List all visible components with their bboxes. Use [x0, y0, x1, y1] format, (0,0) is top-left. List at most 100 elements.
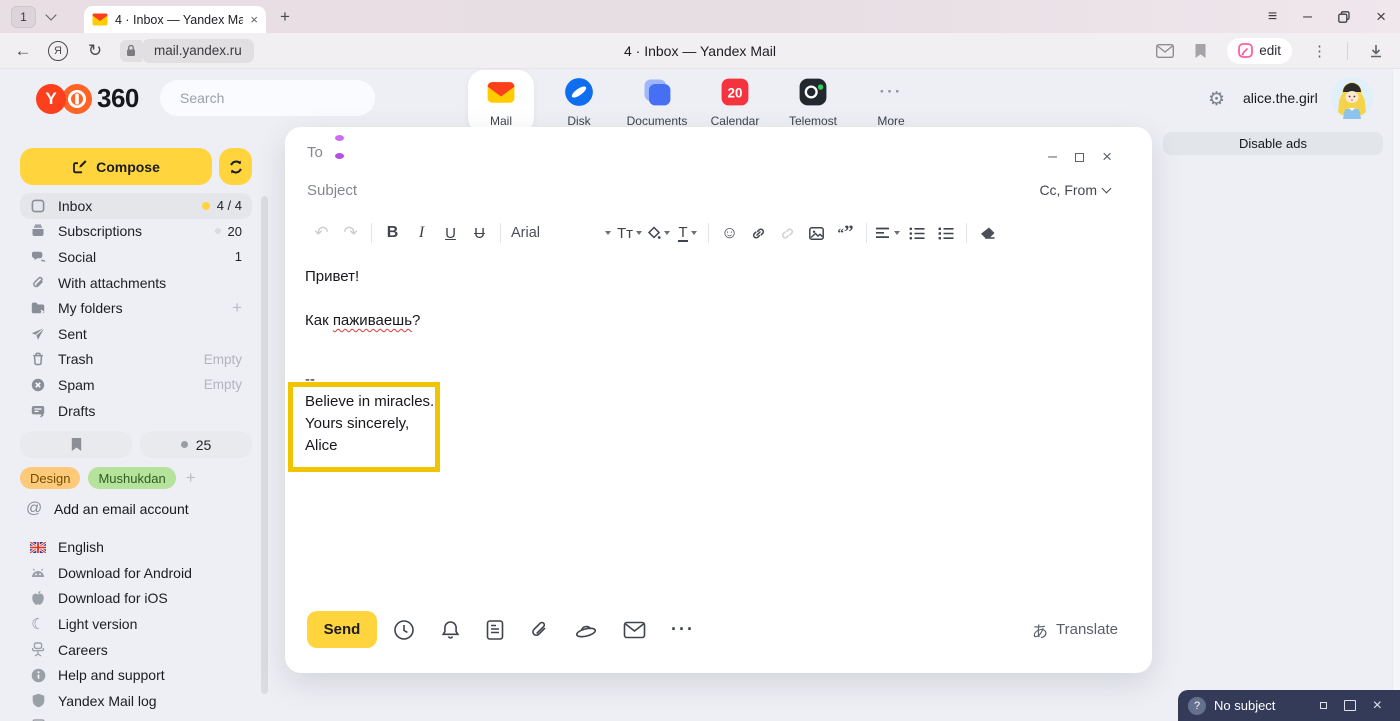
- compose-button[interactable]: Compose: [20, 148, 212, 185]
- highlight-color-select[interactable]: [644, 220, 673, 246]
- add-email-account[interactable]: @ Add an email account: [20, 497, 252, 521]
- window-restore-icon[interactable]: [1338, 11, 1350, 23]
- emoji-icon[interactable]: ☺: [715, 220, 744, 246]
- downloads-icon[interactable]: [1368, 43, 1384, 59]
- settings-gear-icon[interactable]: ⚙: [1208, 88, 1225, 111]
- cc-from-toggle[interactable]: Cc, From: [1039, 182, 1110, 198]
- sidebar-item-drafts[interactable]: Drafts: [20, 398, 252, 424]
- label-mushukdan[interactable]: Mushukdan: [88, 467, 175, 489]
- service-calendar[interactable]: 20 Calendar: [702, 70, 768, 134]
- link-mail-log[interactable]: Yandex Mail log: [20, 688, 252, 714]
- site-lock-badge[interactable]: [120, 40, 142, 62]
- yandex-browser-icon[interactable]: Я: [48, 41, 68, 61]
- service-disk[interactable]: Disk: [546, 70, 612, 134]
- sidebar-scrollbar[interactable]: [261, 196, 268, 694]
- address-bar[interactable]: mail.yandex.ru: [142, 39, 254, 63]
- search-bar[interactable]: [160, 80, 375, 116]
- sidebar-item-inbox[interactable]: Inbox 4 / 4: [20, 193, 252, 219]
- draft-expand-icon[interactable]: [1344, 700, 1356, 711]
- translate-button[interactable]: あ Translate: [1032, 611, 1118, 648]
- link-recommendation-algorithms[interactable]: Recommendation Algorithms: [20, 714, 252, 721]
- insert-link-icon[interactable]: [744, 220, 773, 246]
- bold-button[interactable]: B: [378, 220, 407, 246]
- compose-restore-icon[interactable]: [1075, 153, 1084, 162]
- tab-close-icon[interactable]: ×: [250, 12, 258, 27]
- back-icon[interactable]: ←: [10, 41, 36, 61]
- unread-filter-button[interactable]: 25: [140, 431, 252, 458]
- numbered-list-icon[interactable]: [931, 220, 960, 246]
- add-folder-icon[interactable]: +: [232, 298, 242, 318]
- attach-from-disk-icon[interactable]: [574, 620, 598, 640]
- account-name[interactable]: alice.the.girl: [1243, 90, 1318, 106]
- message-body[interactable]: Привет! Как паживаешь? -- Believe in mir…: [285, 251, 1152, 603]
- sidebar-item-sent[interactable]: Sent: [20, 321, 252, 347]
- mail-collector-icon[interactable]: [1156, 44, 1174, 58]
- sidebar-item-subscriptions[interactable]: Subscriptions 20: [20, 219, 252, 245]
- redo-icon[interactable]: ↷: [336, 220, 365, 246]
- compose-close-icon[interactable]: ×: [1102, 147, 1112, 167]
- blockquote-icon[interactable]: “”: [831, 220, 860, 246]
- insert-image-icon[interactable]: [802, 220, 831, 246]
- tab-list-button[interactable]: [36, 14, 66, 19]
- sidebar-item-social[interactable]: Social 1: [20, 244, 252, 270]
- minimized-draft-toast[interactable]: ? No subject ×: [1178, 690, 1400, 721]
- italic-button[interactable]: I: [407, 220, 436, 246]
- draft-close-icon[interactable]: ×: [1373, 697, 1382, 715]
- window-minimize-icon[interactable]: –: [1303, 8, 1312, 26]
- browser-tab[interactable]: 4 · Inbox — Yandex Mail ×: [84, 6, 266, 33]
- sidebar-item-my-folders[interactable]: My folders +: [20, 295, 252, 321]
- bookmark-icon[interactable]: [1194, 43, 1207, 59]
- reminder-bell-icon[interactable]: [440, 619, 461, 641]
- label-design[interactable]: Design: [20, 467, 80, 489]
- clear-formatting-icon[interactable]: [973, 220, 1002, 246]
- undo-icon[interactable]: ↶: [307, 220, 336, 246]
- empty-action[interactable]: Empty: [204, 352, 242, 367]
- font-size-select[interactable]: Tт: [615, 220, 644, 246]
- remove-link-icon[interactable]: [773, 220, 802, 246]
- text-color-select[interactable]: T: [673, 220, 702, 246]
- empty-action[interactable]: Empty: [204, 377, 242, 392]
- link-help-support[interactable]: Help and support: [20, 662, 252, 688]
- font-family-select[interactable]: Arial: [507, 220, 615, 246]
- link-english[interactable]: English: [20, 534, 252, 560]
- subject-field[interactable]: [307, 175, 992, 205]
- attach-file-icon[interactable]: [529, 619, 549, 641]
- service-telemost[interactable]: Telemost: [780, 70, 846, 134]
- send-button[interactable]: Send: [307, 611, 377, 648]
- service-documents[interactable]: Documents: [624, 70, 690, 134]
- strikethrough-button[interactable]: U: [465, 220, 494, 246]
- refresh-icon[interactable]: ↻: [82, 41, 108, 61]
- template-icon[interactable]: [486, 619, 504, 641]
- link-light-version[interactable]: ☾ Light version: [20, 611, 252, 637]
- more-actions-icon[interactable]: ···: [671, 619, 695, 640]
- bullet-list-icon[interactable]: [902, 220, 931, 246]
- link-download-ios[interactable]: Download for iOS: [20, 586, 252, 612]
- new-tab-button[interactable]: +: [280, 7, 290, 27]
- sidebar-item-trash[interactable]: Trash Empty: [20, 347, 252, 373]
- service-mail[interactable]: Mail: [468, 70, 534, 134]
- add-label-icon[interactable]: +: [186, 468, 196, 488]
- sidebar-item-with-attachments[interactable]: With attachments: [20, 270, 252, 296]
- edit-extension-button[interactable]: edit: [1227, 38, 1292, 64]
- draft-dock-icon[interactable]: [1320, 702, 1327, 709]
- refresh-mail-button[interactable]: [219, 148, 252, 185]
- page-scrollbar[interactable]: [1392, 69, 1400, 721]
- saved-bookmarks-button[interactable]: [20, 431, 132, 458]
- extensions-menu-icon[interactable]: ⋮: [1312, 42, 1327, 60]
- schedule-send-icon[interactable]: [393, 619, 415, 641]
- compose-minimize-icon[interactable]: –: [1048, 148, 1057, 166]
- link-download-android[interactable]: Download for Android: [20, 560, 252, 586]
- yandex360-logo[interactable]: Y 360: [36, 83, 139, 114]
- search-input[interactable]: [180, 90, 361, 106]
- sidebar-item-spam[interactable]: Spam Empty: [20, 372, 252, 398]
- service-more[interactable]: ··· More: [858, 70, 924, 134]
- browser-menu-icon[interactable]: ≡: [1268, 8, 1277, 26]
- tab-group-count[interactable]: 1: [11, 6, 36, 28]
- to-field[interactable]: [307, 137, 1032, 171]
- link-careers[interactable]: Careers: [20, 637, 252, 663]
- attach-from-mail-icon[interactable]: [623, 621, 646, 639]
- disable-ads-button[interactable]: Disable ads: [1163, 132, 1383, 155]
- underline-button[interactable]: U: [436, 220, 465, 246]
- avatar[interactable]: [1331, 77, 1373, 119]
- align-select[interactable]: [873, 220, 902, 246]
